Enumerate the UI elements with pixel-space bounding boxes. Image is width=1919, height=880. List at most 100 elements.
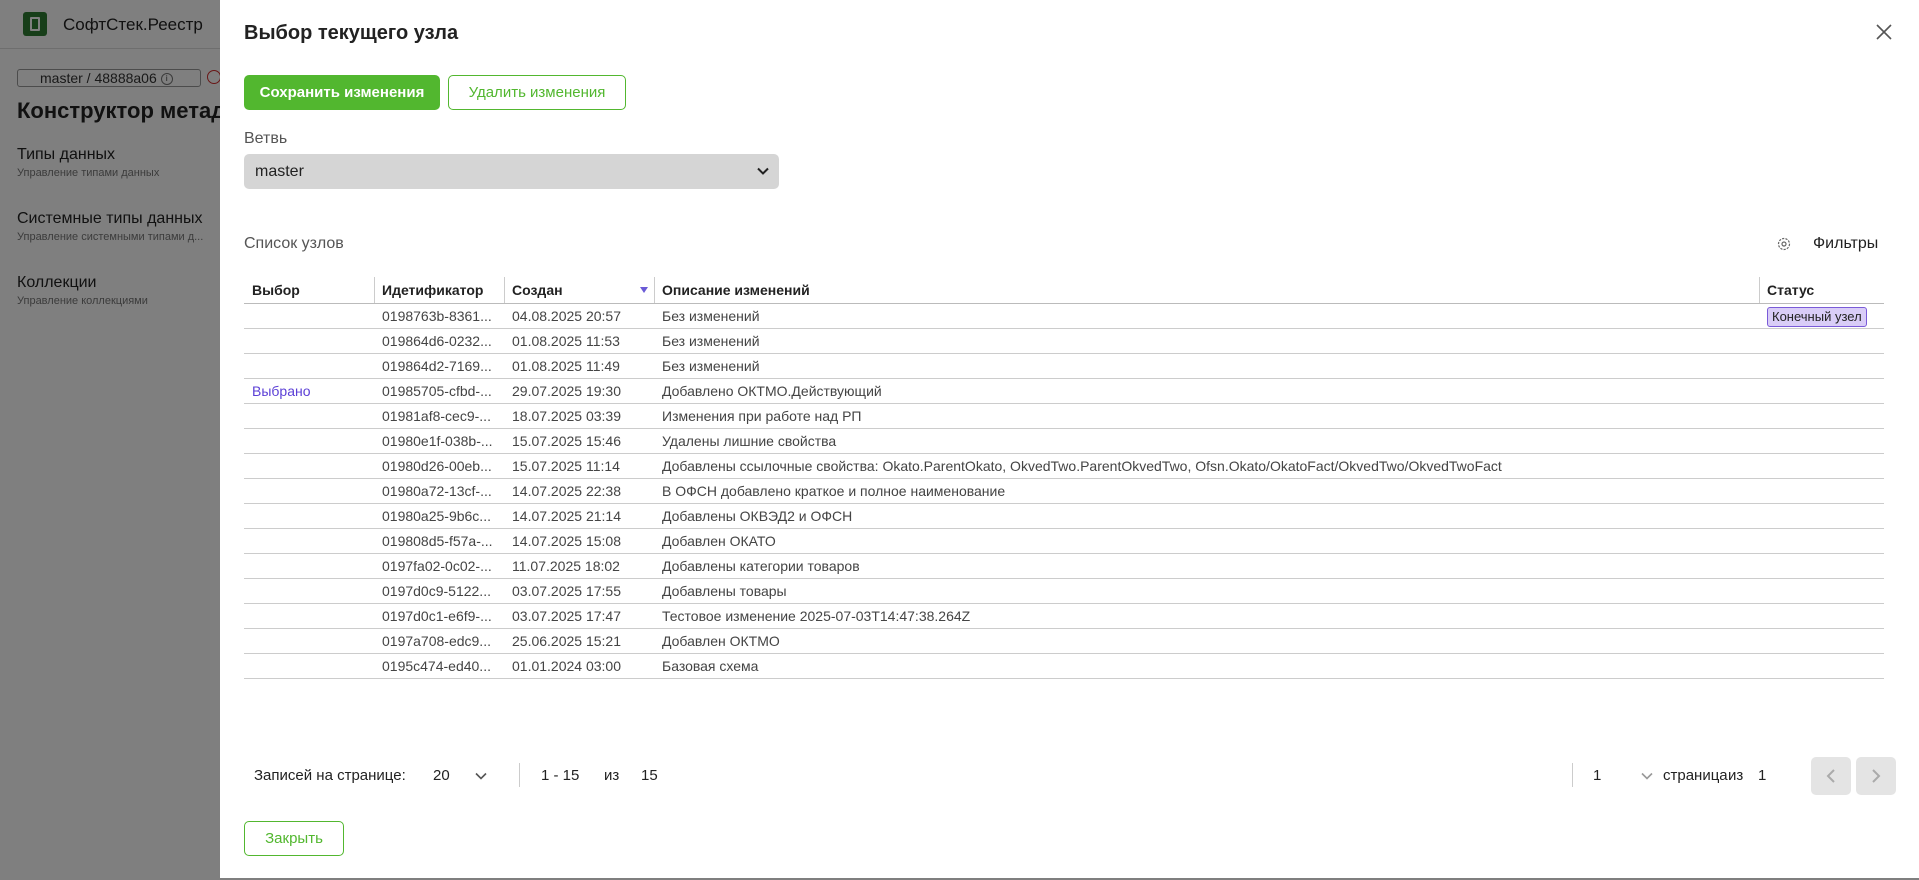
nodes-list-label: Список узлов xyxy=(244,235,344,252)
cell-created: 14.07.2025 15:08 xyxy=(512,533,621,549)
node-select-drawer: Выбор текущего узла Сохранить изменения … xyxy=(220,0,1919,878)
cell-description: Добавлен ОКТМО xyxy=(662,633,780,649)
table-row[interactable]: 01980a72-13cf-... 14.07.2025 22:38 В ОФСН … xyxy=(244,479,1884,504)
chevron-down-icon[interactable] xyxy=(475,770,487,782)
cell-description: Тестовое изменение 2025-07-03T14:47:38.2… xyxy=(662,608,971,624)
cell-description: Добавлено ОКТМО.Действующий xyxy=(662,383,882,399)
cell-status xyxy=(1759,654,1884,678)
cell-status xyxy=(1759,504,1884,528)
cell-id: 0197d0c1-e6f9-... xyxy=(382,608,492,624)
cell-status xyxy=(1759,554,1884,578)
table-row[interactable]: 0197a708-edc9... 25.06.2025 15:21 Добавлен… xyxy=(244,629,1884,654)
table-row[interactable]: 01980e1f-038b-... 15.07.2025 15:46 Удалены… xyxy=(244,429,1884,454)
table-row[interactable]: 0197d0c9-5122... 03.07.2025 17:55 Добавлен… xyxy=(244,579,1884,604)
table-row[interactable]: 0197fa02-0c02-... 11.07.2025 18:02 Добавле… xyxy=(244,554,1884,579)
save-changes-button[interactable]: Сохранить изменения xyxy=(244,75,440,110)
cell-id: 0197d0c9-5122... xyxy=(382,583,491,599)
cell-id: 019864d2-7169... xyxy=(382,358,492,374)
cell-status xyxy=(1759,629,1884,653)
table-row[interactable]: 0195c474-ed40... 01.01.2024 03:00 Базовая … xyxy=(244,654,1884,679)
cell-select xyxy=(244,404,374,428)
cell-created: 14.07.2025 21:14 xyxy=(512,508,621,524)
chevron-down-icon[interactable] xyxy=(1641,770,1653,782)
cell-id: 01980a25-9b6c... xyxy=(382,508,491,524)
nodes-table: Выбор Идетификатор Создан Описание измен… xyxy=(244,277,1884,679)
column-header-id[interactable]: Идетификатор xyxy=(374,277,504,303)
cell-created: 01.08.2025 11:53 xyxy=(512,333,620,349)
cell-select xyxy=(244,529,374,553)
cell-created: 25.06.2025 15:21 xyxy=(512,633,621,649)
column-header-id-label: Идетификатор xyxy=(382,282,484,298)
sort-desc-icon[interactable] xyxy=(640,287,648,293)
close-icon[interactable] xyxy=(1874,22,1894,42)
cell-created: 29.07.2025 19:30 xyxy=(512,383,621,399)
cell-created: 15.07.2025 15:46 xyxy=(512,433,621,449)
per-page-label: Записей на странице: xyxy=(254,767,406,784)
cell-description: Базовая схема xyxy=(662,658,759,674)
table-row[interactable]: 01980a25-9b6c... 14.07.2025 21:14 Добавлен… xyxy=(244,504,1884,529)
cell-status xyxy=(1759,379,1884,403)
cell-id: 0197a708-edc9... xyxy=(382,633,491,649)
cell-created: 04.08.2025 20:57 xyxy=(512,308,621,324)
gear-icon[interactable] xyxy=(1776,236,1792,252)
pager-divider xyxy=(1572,763,1573,787)
cell-id: 01980a72-13cf-... xyxy=(382,483,492,499)
next-page-button[interactable] xyxy=(1856,757,1896,795)
table-row[interactable]: 0197d0c1-e6f9-... 03.07.2025 17:47 Тестово… xyxy=(244,604,1884,629)
cell-created: 15.07.2025 11:14 xyxy=(512,458,620,474)
cell-status xyxy=(1759,354,1884,378)
cell-select xyxy=(244,554,374,578)
cell-description: Изменения при работе над РП xyxy=(662,408,862,424)
records-of-label: из xyxy=(604,767,620,784)
per-page-select[interactable]: 20 xyxy=(433,767,450,784)
filters-button[interactable]: Фильтры xyxy=(1813,235,1878,253)
column-header-description[interactable]: Описание изменений xyxy=(654,277,1759,303)
cell-status xyxy=(1759,404,1884,428)
close-button[interactable]: Закрыть xyxy=(244,821,344,856)
cell-status xyxy=(1759,579,1884,603)
cell-description: Без изменений xyxy=(662,308,760,324)
table-header: Выбор Идетификатор Создан Описание измен… xyxy=(244,277,1884,304)
cell-description: Добавлены ОКВЭД2 и ОФСН xyxy=(662,508,853,524)
page-label: страница xyxy=(1663,767,1728,784)
cell-select xyxy=(244,654,374,678)
column-header-created[interactable]: Создан xyxy=(504,277,654,303)
cell-created: 11.07.2025 18:02 xyxy=(512,558,620,574)
cell-select xyxy=(244,604,374,628)
cell-id: 019808d5-f57a-... xyxy=(382,533,493,549)
cell-description: Добавлены ссылочные свойства: Okato.Pare… xyxy=(662,458,1502,474)
table-row[interactable]: 019864d2-7169... 01.08.2025 11:49 Без изме… xyxy=(244,354,1884,379)
cell-select xyxy=(244,579,374,603)
cell-id: 01981af8-cec9-... xyxy=(382,408,491,424)
cell-select xyxy=(244,429,374,453)
chevron-down-icon xyxy=(757,167,769,175)
cell-description: Без изменений xyxy=(662,358,760,374)
table-row[interactable]: 01981af8-cec9-... 18.07.2025 03:39 Изменен… xyxy=(244,404,1884,429)
table-row[interactable]: 0198763b-8361... 04.08.2025 20:57 Без изме… xyxy=(244,304,1884,329)
table-row[interactable]: 019808d5-f57a-... 14.07.2025 15:08 Добавле… xyxy=(244,529,1884,554)
cell-status xyxy=(1759,429,1884,453)
branch-select[interactable]: master xyxy=(244,154,779,189)
cell-description: Добавлены категории товаров xyxy=(662,558,860,574)
records-total: 15 xyxy=(641,767,658,784)
drawer-title: Выбор текущего узла xyxy=(244,22,459,44)
cell-created: 03.07.2025 17:55 xyxy=(512,583,621,599)
cell-status xyxy=(1759,529,1884,553)
cell-id: 0198763b-8361... xyxy=(382,308,492,324)
table-row[interactable]: Выбрано 01985705-cfbd-... 29.07.2025 19:30… xyxy=(244,379,1884,404)
cell-select xyxy=(244,629,374,653)
table-row[interactable]: 01980d26-00eb... 15.07.2025 11:14 Добавлен… xyxy=(244,454,1884,479)
discard-changes-button[interactable]: Удалить изменения xyxy=(448,75,626,110)
chevron-left-icon xyxy=(1826,769,1835,783)
prev-page-button[interactable] xyxy=(1811,757,1851,795)
column-header-status[interactable]: Статус xyxy=(1759,277,1884,303)
cell-created: 18.07.2025 03:39 xyxy=(512,408,621,424)
column-header-status-label: Статус xyxy=(1767,282,1815,298)
records-range: 1 - 15 xyxy=(541,767,580,784)
cell-id: 0197fa02-0c02-... xyxy=(382,558,492,574)
table-row[interactable]: 019864d6-0232... 01.08.2025 11:53 Без изме… xyxy=(244,329,1884,354)
cell-status xyxy=(1759,454,1884,478)
column-header-select[interactable]: Выбор xyxy=(244,277,374,303)
page-select[interactable]: 1 xyxy=(1593,767,1601,784)
cell-id: 01980d26-00eb... xyxy=(382,458,492,474)
